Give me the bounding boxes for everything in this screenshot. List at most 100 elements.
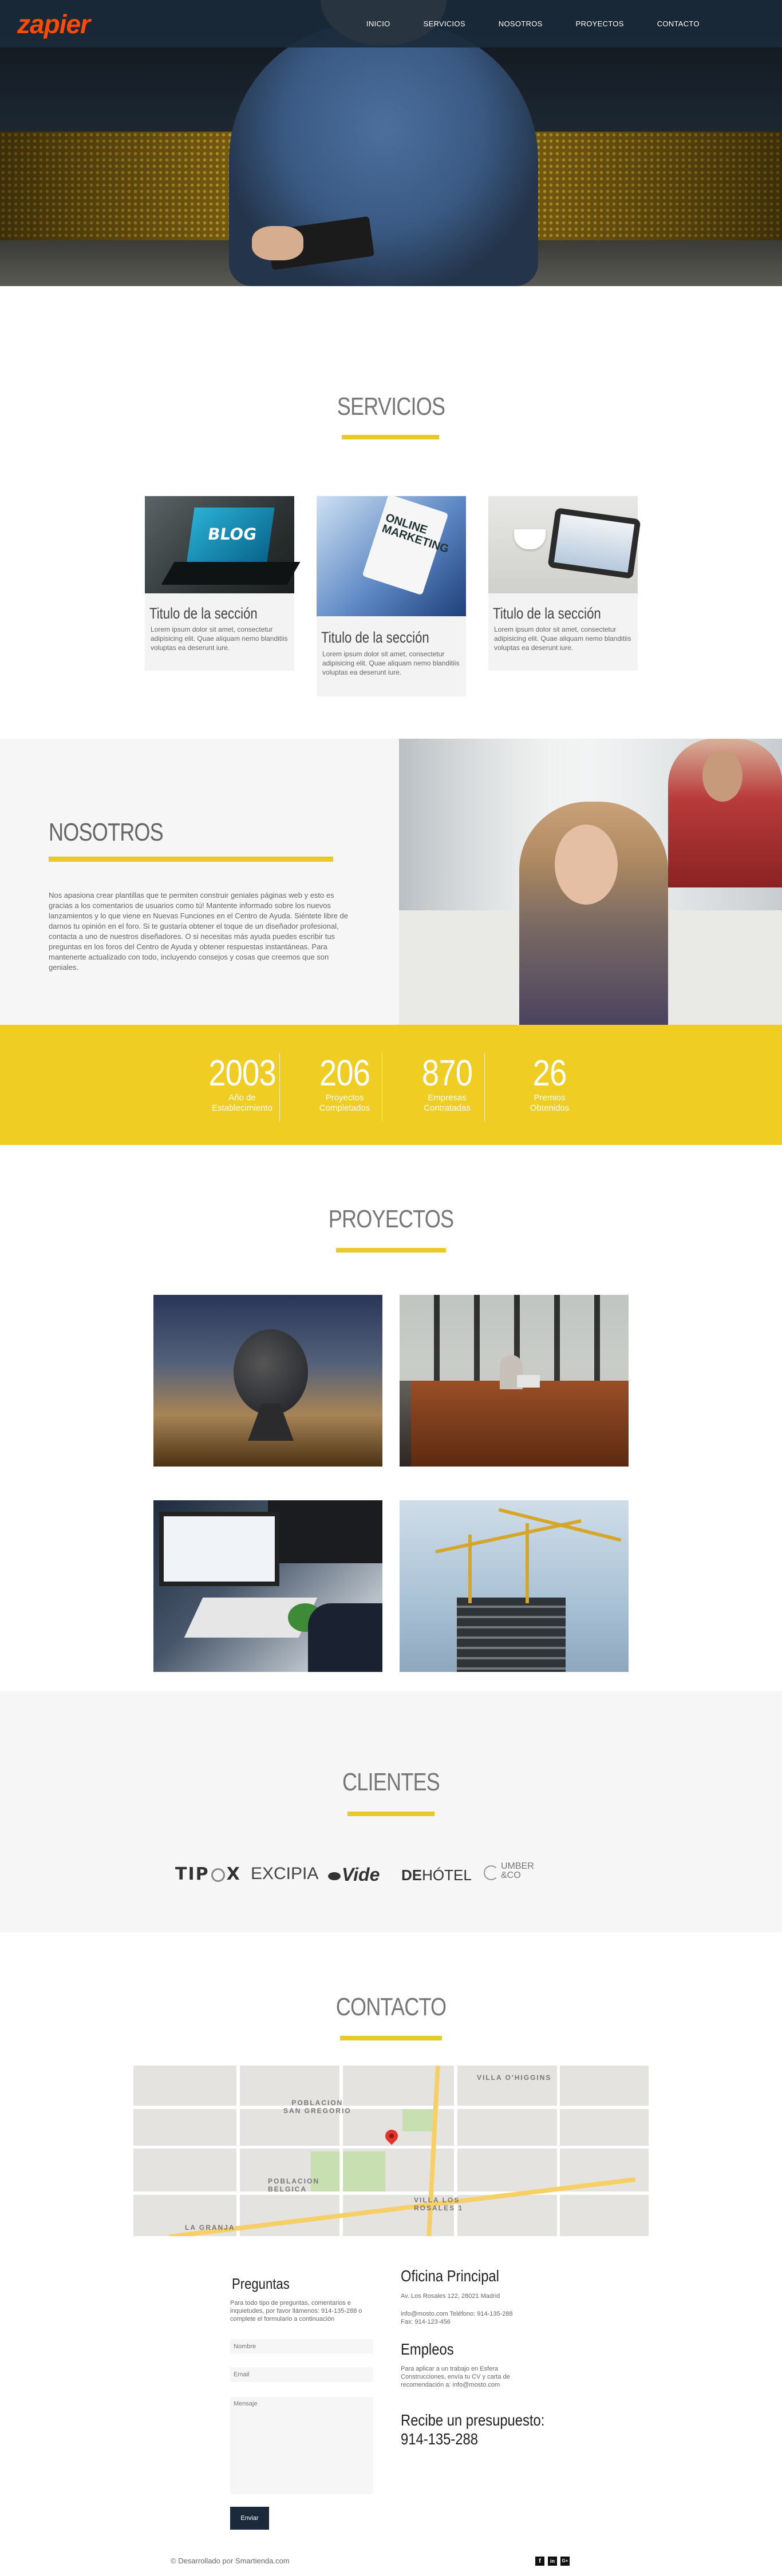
client-logo-vide: Vide bbox=[328, 1864, 380, 1885]
umber-ring-icon bbox=[484, 1865, 499, 1880]
tablet-shape bbox=[547, 508, 641, 579]
stat-label: Año de bbox=[228, 1093, 256, 1103]
service-card: BLOG Titulo de la sección Lorem ipsum do… bbox=[145, 496, 301, 671]
stat-label: Obtenidos bbox=[530, 1103, 570, 1113]
jobs-title: Empleos bbox=[401, 2340, 454, 2358]
office-laptop-shape bbox=[517, 1375, 540, 1388]
map-road bbox=[133, 2106, 649, 2109]
laptop-screen: BLOG bbox=[187, 508, 275, 562]
hero-hand bbox=[252, 226, 303, 260]
keyboard-shape bbox=[161, 562, 301, 585]
quote-phone: 914-135-288 bbox=[401, 2430, 478, 2448]
service-card-title: Titulo de la sección bbox=[493, 605, 601, 622]
stat-companies: 870 Empresas Contratadas bbox=[396, 1053, 499, 1113]
form-intro: Para todo tipo de preguntas, comentarios… bbox=[230, 2300, 362, 2323]
marketing-word: ONLINE MARKETING bbox=[380, 511, 451, 556]
service-card: Titulo de la sección Lorem ipsum dolor s… bbox=[488, 496, 641, 671]
stat-number: 2003 bbox=[208, 1052, 276, 1093]
stat-label: Establecimiento bbox=[212, 1103, 272, 1113]
client-logo-umber: UMBER &CO bbox=[484, 1862, 534, 1880]
stat-projects: 206 Proyectos Completados bbox=[293, 1053, 396, 1113]
map-road bbox=[133, 2146, 649, 2149]
nav-nosotros[interactable]: NOSOTROS bbox=[499, 19, 543, 28]
client-logo-dehotel: DEHÓTEL bbox=[401, 1866, 472, 1884]
stat-number: 870 bbox=[421, 1052, 473, 1093]
client-logo-tipox: TIP X bbox=[175, 1864, 241, 1884]
man-head-shape bbox=[702, 750, 742, 802]
facebook-icon[interactable]: f bbox=[535, 2557, 544, 2566]
about-panel bbox=[0, 739, 399, 1025]
name-field[interactable] bbox=[230, 2339, 373, 2354]
quote-title: Recibe un presupuesto: bbox=[401, 2411, 545, 2429]
message-field[interactable] bbox=[230, 2397, 373, 2494]
project-image-workstation[interactable] bbox=[153, 1500, 382, 1672]
service-card-text: Lorem ipsum dolor sit amet, consectetur … bbox=[322, 650, 460, 676]
client-logo-excipia: EXCIPIA bbox=[251, 1864, 319, 1883]
map-label: LA GRANJA bbox=[185, 2224, 235, 2232]
nav-servicios[interactable]: SERVICIOS bbox=[424, 19, 465, 28]
stat-label: Proyectos bbox=[325, 1093, 364, 1103]
crane-jib-shape bbox=[498, 1508, 622, 1542]
arm-shape bbox=[308, 1603, 382, 1672]
map-road bbox=[236, 2066, 240, 2236]
service-image-blog: BLOG bbox=[145, 496, 301, 593]
clientes-title: CLIENTES bbox=[342, 1768, 440, 1796]
stat-number: 26 bbox=[532, 1052, 567, 1093]
map-road bbox=[557, 2066, 560, 2236]
google-plus-icon[interactable]: G+ bbox=[560, 2557, 570, 2566]
project-image-antenna[interactable] bbox=[153, 1295, 382, 1467]
office-address: Av. Los Rosales 122, 28021 Madrid bbox=[401, 2293, 500, 2300]
service-card-title: Titulo de la sección bbox=[321, 629, 429, 646]
nav-contacto[interactable]: CONTACTO bbox=[657, 19, 700, 28]
office-title: Oficina Principal bbox=[401, 2267, 499, 2285]
stat-label: Contratadas bbox=[424, 1103, 471, 1113]
nosotros-title: NOSOTROS bbox=[49, 818, 164, 846]
map-pin-icon[interactable] bbox=[382, 2127, 401, 2145]
crane-tower-shape bbox=[526, 1523, 529, 1603]
jobs-text: Para aplicar a un trabajo en Esfera Cons… bbox=[401, 2365, 510, 2388]
nosotros-text: Nos apasiona crear plantillas que te per… bbox=[49, 891, 348, 972]
nav-inicio[interactable]: INICIO bbox=[366, 19, 390, 28]
project-image-office[interactable] bbox=[400, 1295, 629, 1467]
servicios-title: SERVICIOS bbox=[337, 393, 445, 421]
project-image-construction[interactable] bbox=[400, 1500, 629, 1672]
contacto-title-bar bbox=[340, 2036, 442, 2040]
blog-word: BLOG bbox=[206, 525, 258, 544]
stat-label: Premios bbox=[534, 1093, 566, 1103]
email-field[interactable] bbox=[230, 2367, 373, 2382]
map-road bbox=[339, 2066, 343, 2236]
proyectos-title-bar bbox=[336, 1248, 446, 1253]
stat-established: 2003 Año de Establecimiento bbox=[191, 1053, 294, 1113]
stat-divider bbox=[279, 1053, 280, 1121]
stat-label: Completados bbox=[319, 1103, 370, 1113]
nav-menu: INICIO SERVICIOS NOSOTROS PROYECTOS CONT… bbox=[366, 19, 733, 28]
monitor-shape bbox=[159, 1512, 279, 1586]
servicios-title-bar bbox=[342, 435, 439, 439]
stat-awards: 26 Premios Obtenidos bbox=[498, 1053, 601, 1113]
map-park bbox=[402, 2106, 437, 2131]
marketing-tablet: ONLINE MARKETING bbox=[362, 494, 451, 596]
navbar: zapier INICIO SERVICIOS NOSOTROS PROYECT… bbox=[0, 0, 782, 47]
send-button[interactable]: Enviar bbox=[230, 2507, 269, 2530]
service-card: ONLINE MARKETING Titulo de la sección Lo… bbox=[317, 494, 466, 696]
service-image-marketing: ONLINE MARKETING bbox=[317, 494, 466, 616]
map-label: VILLA LOS ROSALES 1 bbox=[414, 2196, 464, 2212]
location-map[interactable]: POBLACION SAN GREGORIO POBLACION BELGICA V… bbox=[133, 2066, 649, 2236]
stat-divider bbox=[484, 1053, 485, 1121]
antenna-dish-shape bbox=[234, 1329, 308, 1415]
office-contact: info@mosto.com Teléfono: 914-135-288 Fax… bbox=[401, 2311, 513, 2325]
nosotros-title-bar bbox=[49, 857, 333, 862]
map-road bbox=[133, 2191, 649, 2195]
form-title: Preguntas bbox=[232, 2275, 290, 2292]
footer-credit: © Desarrollado por Smartienda.com bbox=[171, 2557, 290, 2565]
brand-logo[interactable]: zapier bbox=[17, 7, 90, 41]
linkedin-icon[interactable]: in bbox=[548, 2557, 557, 2566]
nav-proyectos[interactable]: PROYECTOS bbox=[576, 19, 624, 28]
office-table-shape bbox=[411, 1381, 629, 1467]
coffee-cup-shape bbox=[514, 529, 546, 549]
service-card-title: Titulo de la sección bbox=[149, 605, 258, 622]
about-photo bbox=[399, 739, 782, 1025]
clientes-title-bar bbox=[347, 1812, 435, 1816]
service-image-tablet bbox=[488, 496, 641, 593]
proyectos-title: PROYECTOS bbox=[328, 1205, 454, 1233]
